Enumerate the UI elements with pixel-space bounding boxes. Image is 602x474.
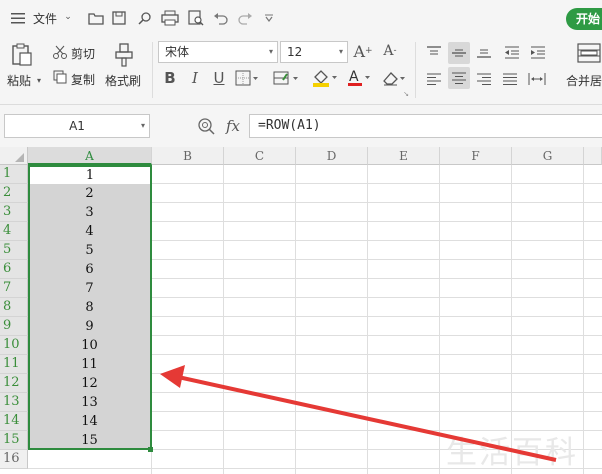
- annotation-arrow: [160, 365, 557, 462]
